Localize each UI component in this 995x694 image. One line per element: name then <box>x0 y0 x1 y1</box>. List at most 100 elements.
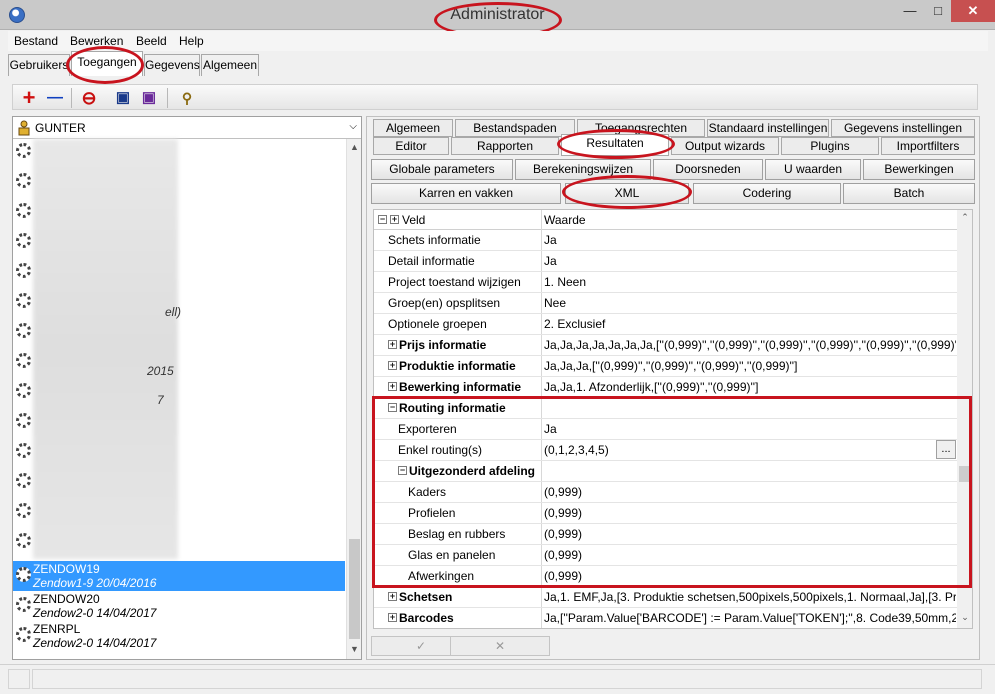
tab-algemeen[interactable]: Algemeen <box>201 54 259 76</box>
expand-icon[interactable]: + <box>388 361 397 370</box>
scroll-down-icon[interactable]: ▼ <box>347 644 361 654</box>
tab-rapporten[interactable]: Rapporten <box>451 137 559 155</box>
grid-row[interactable]: Exporteren Ja <box>374 419 957 440</box>
chevron-down-icon[interactable]: ⌵ <box>349 121 357 132</box>
grid-row[interactable]: Beslag en rubbers (0,999) <box>374 524 957 545</box>
value-cell[interactable]: Ja,1. EMF,Ja,[3. Produktie schetsen,500p… <box>544 590 956 604</box>
batch-button[interactable]: Batch <box>843 183 975 204</box>
grid-row[interactable]: Schets informatie Ja <box>374 230 957 251</box>
value-cell[interactable]: (0,999) <box>544 569 956 583</box>
grid-row[interactable]: Optionele groepen 2. Exclusief <box>374 314 957 335</box>
expand-icon[interactable]: + <box>388 613 397 622</box>
collapse-icon[interactable]: − <box>398 466 407 475</box>
tab-importfilters[interactable]: Importfilters <box>881 137 975 155</box>
save-as-icon[interactable]: ▣ <box>139 88 159 108</box>
u-waarden-button[interactable]: U waarden <box>765 159 861 180</box>
doorsneden-button[interactable]: Doorsneden <box>653 159 763 180</box>
tab-plugins[interactable]: Plugins <box>781 137 879 155</box>
karren-en-vakken-button[interactable]: Karren en vakken <box>371 183 561 204</box>
berekeningswijzen-button[interactable]: Berekeningswijzen <box>515 159 651 180</box>
menu-beeld[interactable]: Beeld <box>136 34 167 48</box>
grid-row[interactable]: Kaders (0,999) <box>374 482 957 503</box>
value-cell[interactable]: Ja <box>544 422 956 436</box>
grid-row[interactable]: Project toestand wijzigen 1. Neen <box>374 272 957 293</box>
tab-gegevens[interactable]: Gegevens <box>144 54 200 76</box>
grid-row[interactable]: Groep(en) opsplitsen Nee <box>374 293 957 314</box>
value-cell[interactable]: Nee <box>544 296 956 310</box>
menu-bestand[interactable]: Bestand <box>14 34 58 48</box>
value-cell[interactable]: 1. Neen <box>544 275 956 289</box>
grid-row[interactable]: + Bewerking informatie Ja,Ja,1. Afzonder… <box>374 377 957 398</box>
maximize-button[interactable]: □ <box>925 0 951 22</box>
grid-row[interactable]: + Schetsen Ja,1. EMF,Ja,[3. Produktie sc… <box>374 587 957 608</box>
collapse-icon[interactable]: − <box>388 403 397 412</box>
column-header-veld[interactable]: Veld <box>402 213 425 227</box>
grid-row[interactable]: + Produktie informatie Ja,Ja,Ja,[''(0,99… <box>374 356 957 377</box>
expand-all-icon[interactable]: + <box>390 215 399 224</box>
tab-output-wizards[interactable]: Output wizards <box>671 137 779 155</box>
globale-parameters-button[interactable]: Globale parameters <box>371 159 513 180</box>
user-select[interactable]: GUNTER ⌵ <box>13 117 361 139</box>
tab-algemeen-settings[interactable]: Algemeen <box>373 119 453 137</box>
collapse-all-icon[interactable]: − <box>378 215 387 224</box>
grid-row[interactable]: − Uitgezonderd afdeling <box>374 461 957 482</box>
grid-row[interactable]: − Routing informatie <box>374 398 957 419</box>
user-list: ell) 2015 7 ZENDOW19 Zendow1-9 20/04/201… <box>13 139 345 659</box>
value-cell[interactable]: (0,999) <box>544 485 956 499</box>
tab-bestandspaden[interactable]: Bestandspaden <box>455 119 575 137</box>
codering-button[interactable]: Codering <box>693 183 841 204</box>
scrollbar-thumb[interactable] <box>349 539 360 639</box>
list-item[interactable]: ZENDOW19 Zendow1-9 20/04/2016 <box>13 561 345 591</box>
edit-routings-button[interactable]: ... <box>936 440 956 459</box>
grid-row[interactable]: Afwerkingen (0,999) <box>374 566 957 587</box>
value-cell[interactable]: Ja,Ja,Ja,Ja,Ja,Ja,Ja,[''(0,999)'',''(0,9… <box>544 338 956 352</box>
tab-toegangen[interactable]: Toegangen <box>71 51 143 76</box>
value-cell[interactable]: Ja,Ja,1. Afzonderlijk,[''(0,999)'',''(0,… <box>544 380 956 394</box>
column-header-waarde[interactable]: Waarde <box>544 213 586 227</box>
value-cell[interactable]: (0,999) <box>544 527 956 541</box>
bewerkingen-button[interactable]: Bewerkingen <box>863 159 975 180</box>
xml-button[interactable]: XML <box>565 183 689 204</box>
scrollbar-thumb[interactable] <box>959 466 971 482</box>
menu-help[interactable]: Help <box>179 34 204 48</box>
tab-resultaten[interactable]: Resultaten <box>561 134 669 156</box>
scroll-down-icon[interactable]: ⌄ <box>957 612 972 623</box>
expand-icon[interactable]: + <box>388 592 397 601</box>
cancel-button[interactable]: ✕ <box>450 636 550 656</box>
tab-gegevens-instellingen[interactable]: Gegevens instellingen <box>831 119 975 137</box>
remove-icon[interactable]: — <box>45 88 65 108</box>
grid-row[interactable]: Enkel routing(s) (0,1,2,3,4,5) ... <box>374 440 957 461</box>
tab-standaard-instellingen[interactable]: Standaard instellingen <box>707 119 829 137</box>
value-cell[interactable]: Ja <box>544 233 956 247</box>
value-cell[interactable]: (0,1,2,3,4,5) <box>544 443 956 457</box>
grid-row[interactable]: + Prijs informatie Ja,Ja,Ja,Ja,Ja,Ja,Ja,… <box>374 335 957 356</box>
grid-row[interactable]: + Barcodes Ja,[''Param.Value['BARCODE'] … <box>374 608 957 628</box>
grid-row[interactable]: Profielen (0,999) <box>374 503 957 524</box>
add-icon[interactable]: + <box>19 87 39 109</box>
save-icon[interactable]: ▣ <box>113 88 133 108</box>
value-cell[interactable]: Ja,Ja,Ja,[''(0,999)'',''(0,999)'',''(0,9… <box>544 359 956 373</box>
value-cell[interactable]: Ja,[''Param.Value['BARCODE'] := Param.Va… <box>544 611 956 625</box>
search-icon[interactable]: ⚲ <box>177 88 197 108</box>
value-cell[interactable]: (0,999) <box>544 506 956 520</box>
tab-editor[interactable]: Editor <box>373 137 449 155</box>
value-cell[interactable]: 2. Exclusief <box>544 317 956 331</box>
grid-row[interactable]: Detail informatie Ja <box>374 251 957 272</box>
value-cell[interactable]: (0,999) <box>544 548 956 562</box>
tab-gebruikers[interactable]: Gebruikers <box>8 54 70 76</box>
user-list-scrollbar[interactable]: ▲ ▼ <box>346 139 361 659</box>
minimize-button[interactable]: — <box>897 0 923 22</box>
value-cell[interactable]: Ja <box>544 254 956 268</box>
menu-bewerken[interactable]: Bewerken <box>70 34 123 48</box>
scroll-up-icon[interactable]: ▲ <box>347 142 361 152</box>
expand-icon[interactable]: + <box>388 340 397 349</box>
scroll-up-icon[interactable]: ⌃ <box>957 212 972 223</box>
expand-icon[interactable]: + <box>388 382 397 391</box>
stop-icon[interactable]: ⊖ <box>79 88 99 108</box>
gear-icon <box>16 503 31 518</box>
grid-scrollbar[interactable]: ⌃ ⌄ <box>957 210 972 628</box>
list-item[interactable]: ZENDOW20 Zendow2-0 14/04/2017 <box>13 591 345 621</box>
close-button[interactable]: ✕ <box>951 0 995 22</box>
list-item[interactable]: ZENRPL Zendow2-0 14/04/2017 <box>13 621 345 651</box>
grid-row[interactable]: Glas en panelen (0,999) <box>374 545 957 566</box>
